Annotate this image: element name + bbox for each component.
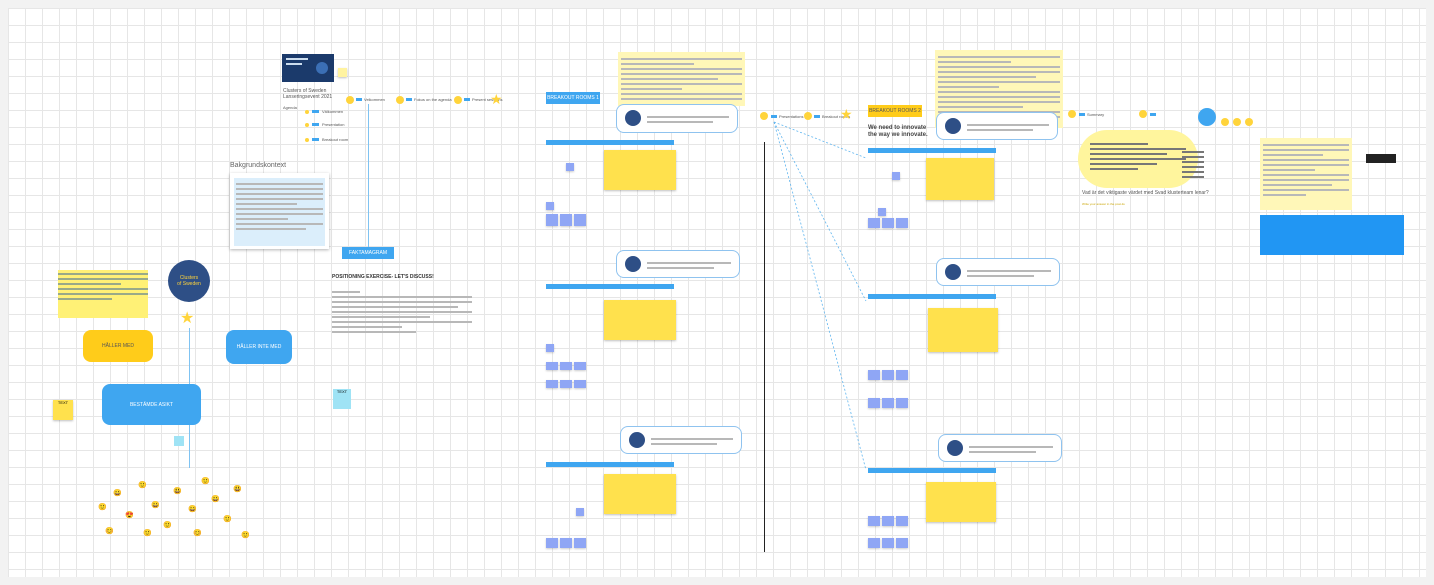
small-sticky-note[interactable] [338, 68, 347, 77]
black-marker-block[interactable] [1366, 154, 1396, 163]
session-notes[interactable] [618, 52, 745, 106]
agenda-item: Välkommen [322, 109, 344, 114]
innovate-heading: We need to innovate the way we innovate. [868, 125, 928, 138]
clusters-logo: Clusters of Sweden [168, 260, 210, 302]
discussion-bubble[interactable] [620, 426, 742, 454]
question-heading: Vad är det viktigaste värdet med Svad kl… [1082, 190, 1209, 196]
instructions-note[interactable] [58, 270, 148, 318]
timeline-dot-icon[interactable] [396, 96, 404, 104]
agenda-item: Breakout room [322, 137, 349, 142]
agenda-dot-icon [305, 137, 309, 142]
agree-zone[interactable]: HÅLLER MED [83, 330, 153, 362]
positioning-instructions [332, 288, 472, 336]
purple-sticky-stack[interactable] [868, 370, 928, 410]
discussion-bubble[interactable] [616, 250, 740, 278]
timeline-dot-icon[interactable] [346, 96, 354, 104]
blue-frame[interactable] [1260, 215, 1404, 255]
summary-notes[interactable] [1260, 138, 1352, 210]
room-header-bar [546, 462, 674, 467]
disagree-zone[interactable]: HÅLLER INTE MED [226, 330, 292, 364]
background-context-card[interactable] [230, 173, 329, 249]
discussion-bubble[interactable] [936, 112, 1058, 140]
faktamagram-button[interactable]: FAKTAMAGRAM [342, 247, 394, 259]
purple-sticky-stack[interactable] [868, 172, 928, 242]
breakout-rooms-2-label[interactable]: BREAKOUT ROOMS 2 [868, 105, 922, 117]
purple-sticky-stack[interactable] [546, 344, 606, 394]
word-cloud [1078, 130, 1198, 188]
timeline-dot-icon[interactable] [760, 112, 768, 120]
word-list [1182, 148, 1204, 181]
agenda-item: Presentation [322, 122, 345, 127]
sticky-note[interactable]: TEXT [333, 389, 351, 409]
timeline-dot-icon[interactable] [1139, 110, 1147, 118]
agenda-dot-icon [305, 122, 309, 127]
background-context-title: Bakgrundskontext [230, 162, 287, 169]
timeline-label: Velkommen [364, 97, 385, 102]
timeline-label: Fokus on the agenda [414, 97, 452, 102]
purple-sticky-stack[interactable] [868, 516, 928, 552]
avatar[interactable] [1198, 108, 1216, 126]
sticky-board[interactable] [604, 300, 676, 340]
reaction-dot-icon[interactable] [1233, 118, 1241, 126]
sticky-board[interactable] [928, 308, 998, 352]
connector-arrows [773, 121, 867, 471]
agenda-dot-icon [305, 109, 309, 114]
discussion-bubble[interactable] [938, 434, 1062, 462]
sticky-note[interactable] [566, 163, 574, 171]
reaction-dot-icon[interactable] [1245, 118, 1253, 126]
event-slide-thumbnail[interactable] [282, 54, 334, 82]
event-title: Clusters of Sweden Lanseringsevent 2021 [283, 88, 333, 100]
whiteboard-canvas[interactable]: Clusters of Sweden Lanseringsevent 2021 … [8, 8, 1426, 577]
timeline-dot-icon[interactable] [1068, 110, 1076, 118]
section-divider [764, 142, 765, 552]
star-icon: ★ [180, 310, 195, 327]
firm-opinion-zone[interactable]: BESTÄMDE ASIKT [102, 384, 201, 425]
room-header-bar [546, 284, 674, 289]
room-header-bar [868, 468, 996, 473]
sticky-board[interactable] [604, 474, 676, 514]
reaction-dot-icon[interactable] [1221, 118, 1229, 126]
sticky-note[interactable] [174, 436, 184, 446]
sticky-note[interactable]: TEXT [53, 400, 73, 420]
emoji-reactions-cluster: 🙂 😀 😍 🙂 😀 🙂 😃 😄 🙂 😀 🙂 😃 🙂 😊 🙂 😊 [98, 478, 250, 539]
room-header-bar [546, 140, 674, 145]
positioning-title: POSITIONING EXERCISE- LET'S DISCUSS! [332, 274, 434, 280]
discussion-bubble[interactable] [936, 258, 1060, 286]
sticky-board[interactable] [926, 482, 996, 522]
room-header-bar [868, 294, 996, 299]
question-subtitle: Write your answer in the post-its [1082, 202, 1125, 206]
timeline-dot-icon[interactable] [454, 96, 462, 104]
sticky-board[interactable] [926, 158, 994, 200]
timeline-label: Summary [1087, 112, 1105, 117]
breakout-rooms-1-label[interactable]: BREAKOUT ROOMS 1 [546, 92, 600, 104]
star-icon: ★ [490, 91, 503, 107]
sticky-board[interactable] [604, 150, 676, 190]
room-header-bar [868, 148, 996, 153]
purple-sticky-stack[interactable] [546, 202, 606, 232]
discussion-bubble[interactable] [616, 104, 738, 133]
purple-sticky-stack[interactable] [546, 508, 606, 552]
